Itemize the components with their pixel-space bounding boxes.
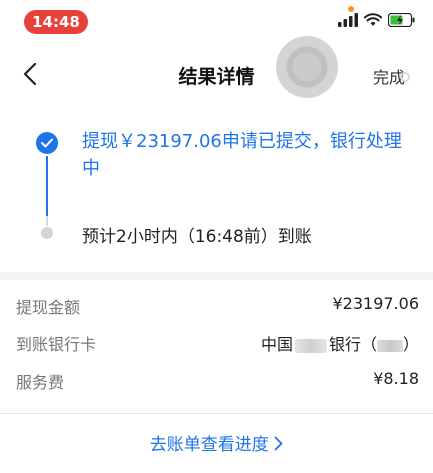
detail-row-fee: 服务费 ¥8.18 <box>0 363 433 397</box>
detail-label: 到账银行卡 <box>16 335 97 354</box>
chevron-right-icon <box>274 436 283 451</box>
bank-name-suffix: 银行（ <box>328 335 377 354</box>
check-icon <box>36 132 58 154</box>
detail-value: ¥23197.06 <box>332 294 419 313</box>
mic-indicator-dot <box>348 6 354 12</box>
redacted-bank-name <box>294 338 327 353</box>
signal-icon <box>338 13 358 27</box>
step-submitted-text: 提现￥23197.06申请已提交，银行处理中 <box>82 131 402 179</box>
bank-card-close: ） <box>402 335 419 354</box>
detail-value: ¥8.18 <box>373 369 419 388</box>
section-divider <box>0 272 433 280</box>
detail-row-amount: 提现金额 ¥23197.06 <box>0 288 433 322</box>
detail-row-bank-card: 到账银行卡 中国 银行（ ） <box>0 325 433 359</box>
view-bill-progress-link[interactable]: 去账单查看进度 <box>0 430 433 455</box>
time-pill: 14:48 <box>24 10 88 34</box>
pending-dot <box>41 227 53 239</box>
link-label: 去账单查看进度 <box>149 435 269 455</box>
page-title: 结果详情 <box>178 66 255 88</box>
nav-bar: 结果详情 完成 <box>0 44 433 104</box>
footer-divider <box>0 413 433 414</box>
bank-name-prefix: 中国 <box>260 335 293 354</box>
status-icons <box>338 13 415 27</box>
status-bar: 14:48 <box>0 0 433 44</box>
time-text: 14:48 <box>32 13 80 31</box>
progress-timeline: 提现￥23197.06申请已提交，银行处理中 预计2小时内（16:48前）到账 <box>0 118 433 268</box>
floating-assistive-touch[interactable] <box>276 36 338 98</box>
wifi-icon <box>364 13 382 26</box>
detail-label: 提现金额 <box>16 298 81 317</box>
bank-card-value: 中国 银行（ ） <box>261 331 419 355</box>
detail-label: 服务费 <box>16 373 65 392</box>
timeline-line-active <box>46 156 48 216</box>
timeline-line-inactive <box>46 216 48 226</box>
battery-charging-icon <box>388 13 415 27</box>
floating-small-ring <box>400 72 410 82</box>
step-arrival-text: 预计2小时内（16:48前）到账 <box>82 227 312 247</box>
redacted-card-number <box>376 339 403 352</box>
